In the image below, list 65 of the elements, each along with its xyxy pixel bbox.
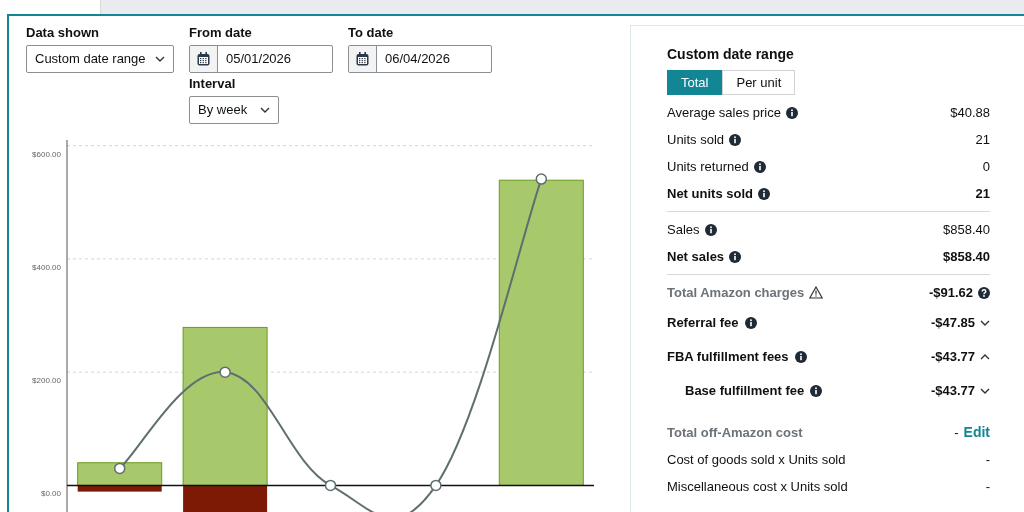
field-label: To date <box>348 24 395 41</box>
info-icon[interactable] <box>744 317 757 329</box>
row-label: FBA fulfillment fees <box>667 348 789 367</box>
row-value: -$47.85 <box>930 314 975 333</box>
info-icon[interactable] <box>704 223 717 236</box>
row-value: -$91.62 <box>928 283 973 302</box>
y-tick-label: $600.00 <box>32 149 61 159</box>
info-icon[interactable] <box>810 385 823 397</box>
y-tick-label: $200.00 <box>32 376 61 386</box>
row-label: Sales <box>667 220 700 239</box>
info-icon[interactable] <box>729 250 742 263</box>
date-field[interactable]: 06/04/2026 <box>348 45 492 73</box>
row-label: Units sold <box>667 130 725 149</box>
caret-icon <box>260 107 270 113</box>
info-icon[interactable] <box>757 187 770 200</box>
row-value: - <box>985 450 990 469</box>
row-label: Referral fee <box>667 314 739 333</box>
info-icon[interactable] <box>794 351 807 363</box>
row-label: Base fulfillment fee <box>685 382 805 401</box>
row-value: $40.88 <box>950 103 990 122</box>
row-label: Miscellaneous cost x Units sold <box>667 477 848 496</box>
edit-link[interactable]: Edit <box>963 422 990 443</box>
field-label: Interval <box>189 75 237 92</box>
info-icon[interactable] <box>785 106 798 119</box>
row-value: 0 <box>982 157 990 176</box>
row-label: Units returned <box>667 157 749 176</box>
summary-title: Custom date range <box>667 45 795 64</box>
data-point <box>219 366 231 378</box>
row-value: - <box>954 423 959 442</box>
data-point <box>324 479 337 492</box>
row-label: Average sales price <box>667 103 781 122</box>
date-field[interactable]: 05/01/2026 <box>189 45 333 73</box>
data-point <box>535 173 548 185</box>
field-label: From date <box>189 24 253 41</box>
row-label: Total Amazon charges <box>667 283 805 302</box>
y-tick-label: $0.00 <box>40 489 61 499</box>
y-tick-label: $400.00 <box>32 262 61 272</box>
row-value: -$43.77 <box>930 348 975 367</box>
info-icon[interactable] <box>753 160 766 173</box>
expand-icon <box>980 320 990 326</box>
data-point <box>430 479 442 492</box>
calendar-icon[interactable] <box>349 46 377 72</box>
field-label: Data shown <box>26 24 100 41</box>
warning-icon[interactable] <box>809 286 824 299</box>
row-value: 21 <box>975 184 990 203</box>
collapse-icon <box>980 354 990 360</box>
toggle-tab[interactable]: Per unit <box>722 70 796 95</box>
row-label: Total off-Amazon cost <box>667 423 803 442</box>
help-icon[interactable] <box>978 286 990 299</box>
interval-select[interactable]: By week <box>189 96 279 124</box>
row-label: Net units sold <box>667 184 753 203</box>
row-value: $858.40 <box>943 220 990 239</box>
row-value: -$43.77 <box>930 382 975 401</box>
toggle-tab[interactable]: Total <box>667 70 723 95</box>
row-value: $858.40 <box>943 247 990 266</box>
data-point <box>113 462 126 475</box>
info-icon[interactable] <box>729 133 742 146</box>
calendar-icon[interactable] <box>190 46 218 72</box>
expand-icon <box>980 388 990 394</box>
caret-icon <box>155 56 165 62</box>
row-label: Net sales <box>667 247 725 266</box>
row-value: 21 <box>975 130 990 149</box>
row-label: Cost of goods sold x Units sold <box>667 450 846 469</box>
data-shown-select[interactable]: Custom date range <box>26 45 174 73</box>
row-value: - <box>985 477 990 496</box>
